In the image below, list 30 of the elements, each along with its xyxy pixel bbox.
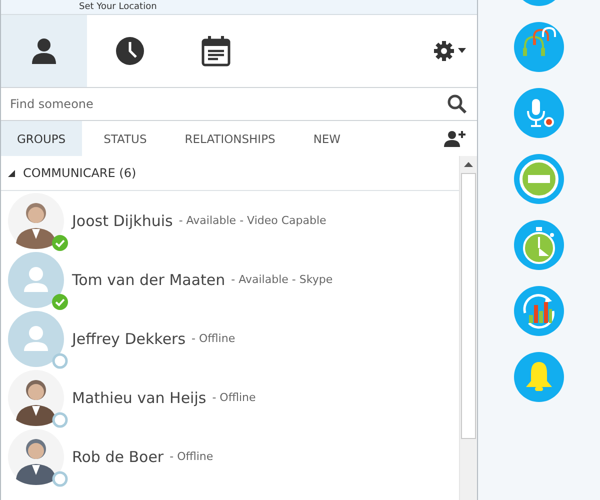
chart-refresh-button[interactable] — [514, 286, 564, 336]
filter-tab[interactable]: NEW — [297, 121, 357, 156]
contact-status: - Offline — [212, 391, 256, 404]
filter-tab[interactable]: STATUS — [88, 121, 163, 156]
add-contact-icon[interactable] — [444, 130, 466, 148]
headset-button[interactable] — [514, 22, 564, 72]
contact-name[interactable]: Mathieu van Heijs — [72, 388, 206, 406]
settings-icon — [433, 40, 467, 62]
contact-status: - Available - Video Capable — [178, 214, 326, 227]
contact-name[interactable]: Rob de Boer — [72, 448, 164, 466]
scrollbar[interactable] — [459, 156, 477, 500]
contact-status: - Available - Skype — [231, 273, 333, 286]
contact-status: - Offline — [192, 332, 236, 345]
filter-tab[interactable]: RELATIONSHIPS — [168, 121, 292, 156]
clock-icon — [115, 36, 145, 66]
group-name[interactable]: COMMUNICARE (6) — [23, 166, 136, 180]
calendar-icon — [200, 35, 232, 67]
collapse-triangle-icon[interactable] — [7, 168, 16, 178]
search-icon[interactable] — [447, 94, 467, 114]
contact-name[interactable]: Joost Dijkhuis — [72, 212, 173, 230]
person-tab[interactable] — [1, 15, 87, 87]
search-field[interactable]: Find someone — [1, 97, 447, 111]
contact-name[interactable]: Jeffrey Dekkers — [72, 330, 186, 348]
person-icon — [30, 37, 58, 65]
contact-name[interactable]: Tom van der Maaten — [72, 270, 226, 288]
location-text[interactable]: Set Your Location — [79, 2, 157, 12]
contact-status: - Offline — [170, 450, 214, 463]
scroll-thumb[interactable] — [461, 173, 476, 439]
no-entry-icon — [519, 159, 559, 199]
filter-tab[interactable]: GROUPS — [1, 121, 82, 156]
